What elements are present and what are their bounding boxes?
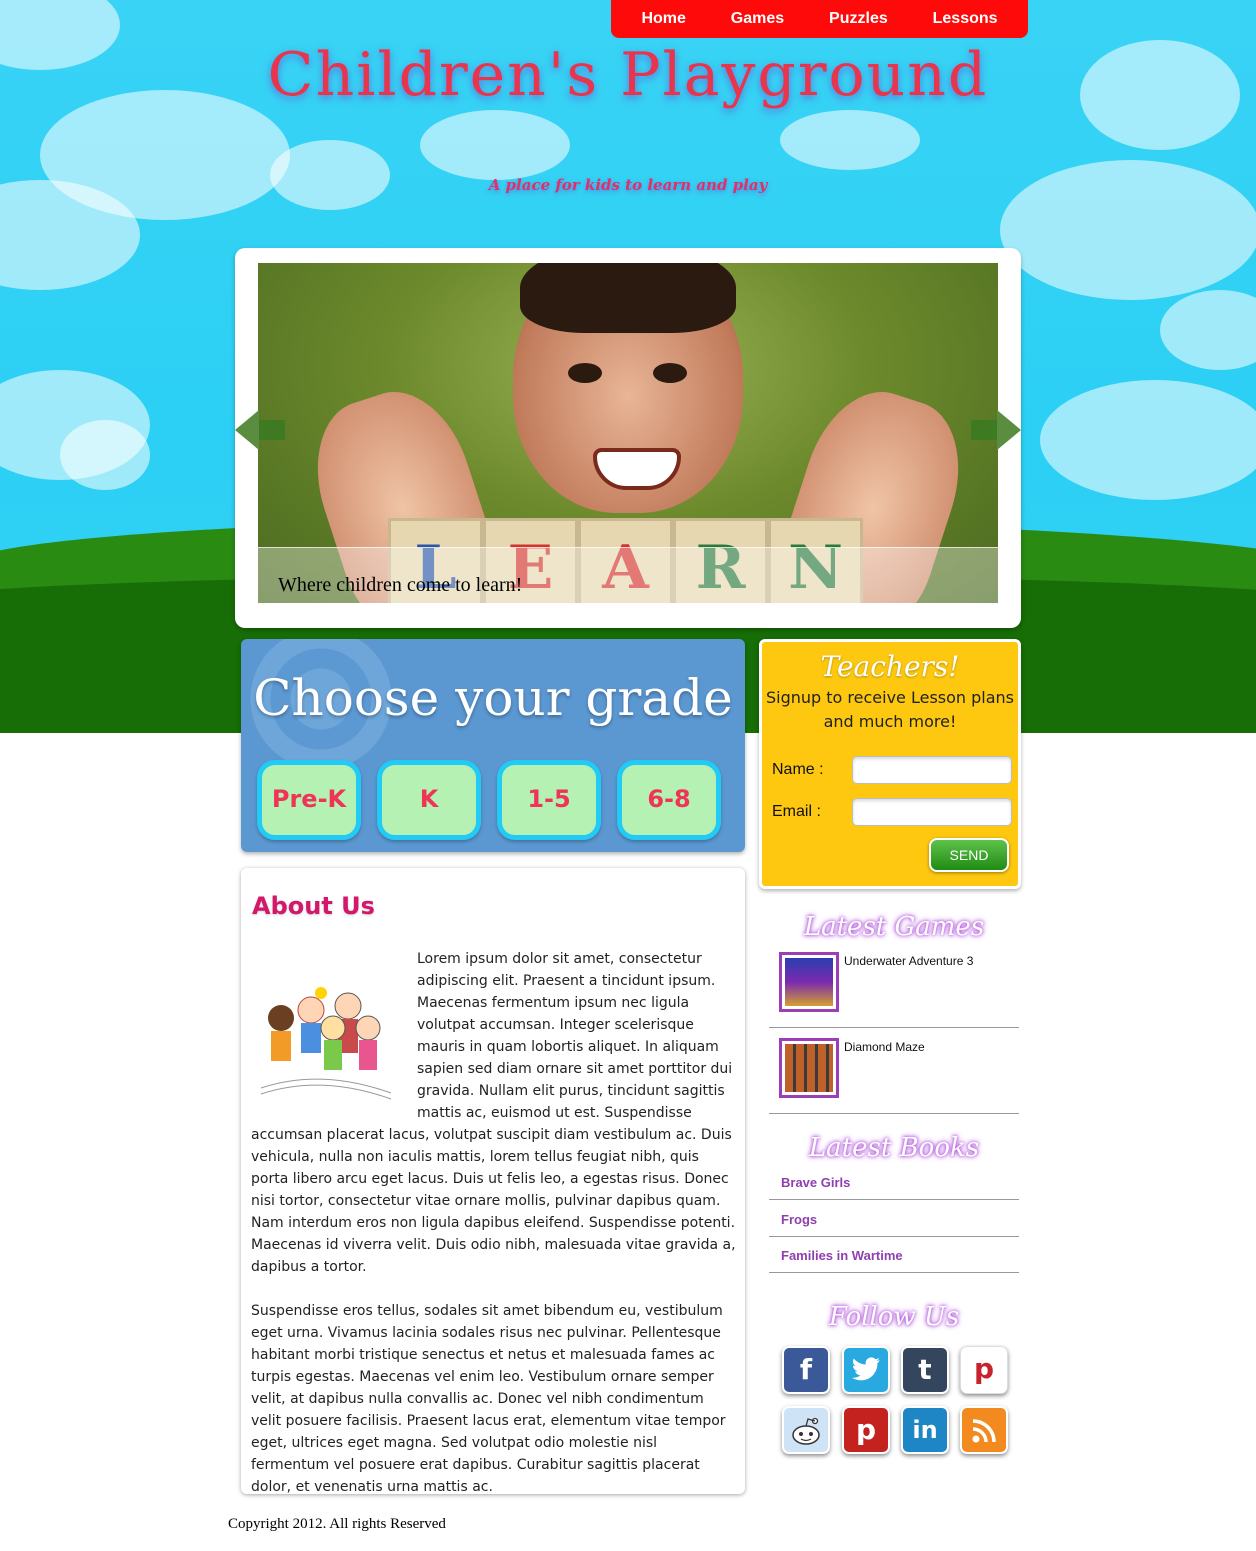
rss-icon[interactable]	[960, 1406, 1008, 1454]
teacher-signup-box: Teachers! Signup to receive Lesson plans…	[759, 639, 1021, 889]
tumblr-icon[interactable]: t	[901, 1346, 949, 1394]
slider-prev-button[interactable]	[259, 420, 285, 440]
twitter-icon[interactable]	[842, 1346, 890, 1394]
grade-1-5-button[interactable]: 1-5	[497, 760, 601, 840]
latest-books-title: Latest Books	[808, 1133, 980, 1163]
about-heading: About Us	[252, 892, 375, 920]
follow-us-title: Follow Us	[828, 1302, 960, 1332]
pinterest-icon[interactable]: p	[842, 1406, 890, 1454]
latest-games-title: Latest Games	[803, 912, 985, 942]
pinterest-icon[interactable]: p	[960, 1346, 1008, 1394]
nav-puzzles[interactable]: Puzzles	[829, 10, 888, 28]
game-name[interactable]: Diamond Maze	[844, 1040, 925, 1054]
top-nav: Home Games Puzzles Lessons	[611, 0, 1028, 38]
game-item-underwater[interactable]: Underwater Adventure 3	[769, 942, 1019, 1028]
kids-illustration	[251, 948, 401, 1108]
footer-copyright: Copyright 2012. All rights Reserved	[228, 1516, 446, 1532]
slider-prev-arrow-icon[interactable]	[235, 410, 259, 450]
book-link[interactable]: Frogs	[781, 1212, 817, 1227]
grade-title: Choose your grade	[253, 669, 733, 727]
nav-games[interactable]: Games	[731, 10, 784, 28]
game-thumbnail[interactable]	[779, 952, 839, 1012]
teachers-heading: Teachers!	[820, 650, 960, 683]
game-name[interactable]: Underwater Adventure 3	[844, 954, 973, 968]
book-item[interactable]: Frogs	[769, 1200, 1019, 1237]
name-field[interactable]	[852, 756, 1012, 784]
grade-chooser: Choose your grade Pre-K K 1-5 6-8	[241, 639, 745, 852]
book-item[interactable]: Brave Girls	[769, 1163, 1019, 1200]
email-label: Email :	[772, 803, 821, 820]
book-link[interactable]: Families in Wartime	[781, 1248, 903, 1263]
linkedin-icon[interactable]: in	[901, 1406, 949, 1454]
send-button[interactable]: SEND	[929, 838, 1009, 872]
slider-next-button[interactable]	[971, 420, 997, 440]
name-label: Name :	[772, 761, 824, 778]
grade-prek-button[interactable]: Pre-K	[257, 760, 361, 840]
game-item-diamond-maze[interactable]: Diamond Maze	[769, 1028, 1019, 1114]
grade-k-button[interactable]: K	[377, 760, 481, 840]
about-us-panel: About Us Lorem ipsum dolor sit amet, con…	[241, 868, 745, 1495]
nav-lessons[interactable]: Lessons	[933, 10, 998, 28]
slide-caption-bar: Where children come to learn!	[258, 547, 998, 604]
email-field[interactable]	[852, 798, 1012, 826]
reddit-icon[interactable]	[782, 1406, 830, 1454]
grade-6-8-button[interactable]: 6-8	[617, 760, 721, 840]
book-item[interactable]: Families in Wartime	[769, 1236, 1019, 1273]
about-body: Lorem ipsum dolor sit amet, consectetur …	[251, 948, 737, 1520]
slide-caption: Where children come to learn!	[278, 574, 523, 596]
book-link[interactable]: Brave Girls	[781, 1175, 850, 1190]
image-slider: L E A R N Where children come to learn!	[235, 248, 1021, 628]
about-paragraph-2: Suspendisse eros tellus, sodales sit ame…	[251, 1303, 726, 1495]
site-title: Children's Playground	[267, 40, 989, 110]
slider-next-arrow-icon[interactable]	[997, 410, 1021, 450]
game-thumbnail[interactable]	[779, 1038, 839, 1098]
facebook-icon[interactable]: f	[782, 1346, 830, 1394]
teachers-subheading: Signup to receive Lesson plans and much …	[765, 688, 1015, 731]
site-tagline: A place for kids to learn and play	[488, 176, 768, 194]
nav-home[interactable]: Home	[641, 10, 685, 28]
